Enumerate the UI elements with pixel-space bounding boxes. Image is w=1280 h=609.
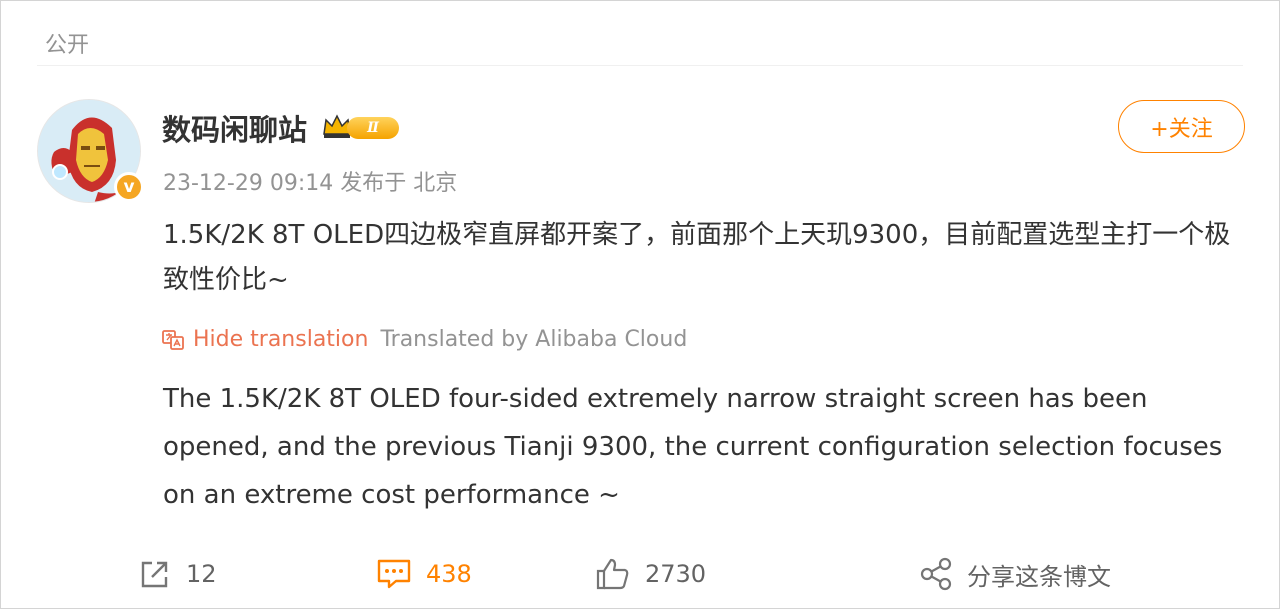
level-badge: Ⅱ [347,117,399,139]
post-meta: 23-12-29 09:14 发布于 北京 [163,165,457,197]
like-button[interactable]: 2730 [595,549,706,599]
share-label: 分享这条博文 [967,562,1111,591]
thumbs-up-icon [596,558,629,590]
translate-icon [162,329,184,350]
comment-icon [377,559,411,589]
follow-button[interactable]: +关注 [1118,100,1245,153]
comment-button[interactable]: 438 [376,549,472,599]
verified-badge-icon: v [114,172,144,202]
like-count: 2730 [645,560,707,588]
post-card: 公开 v 数码闲聊站 Ⅱ +关注 23-12-29 09:14 发布于 北京 1… [0,0,1280,609]
visibility-label: 公开 [45,33,90,58]
translation-bar: Hide translation Translated by Alibaba C… [161,327,687,352]
translation-provider: Translated by Alibaba Cloud [380,327,688,352]
repost-icon [141,561,168,588]
repost-count: 12 [186,560,217,588]
repost-button[interactable]: 12 [138,549,217,599]
username[interactable]: 数码闲聊站 [162,107,307,149]
action-bar: 12 438 2730 分享这条博文 [1,549,1280,599]
post-text: 1.5K/2K 8T OLED四边极窄直屏都开案了，前面那个上天玑9300，目前… [163,220,1231,295]
post-source: 发布于 北京 [340,171,458,196]
share-button[interactable]: 分享这条博文 [919,549,1111,599]
post-timestamp[interactable]: 23-12-29 09:14 [163,171,333,196]
divider [37,65,1243,66]
comment-count: 438 [426,560,472,588]
translation-text: The 1.5K/2K 8T OLED four-sided extremely… [163,384,1223,510]
share-icon [920,557,952,591]
hide-translation-link[interactable]: Hide translation [193,327,368,352]
